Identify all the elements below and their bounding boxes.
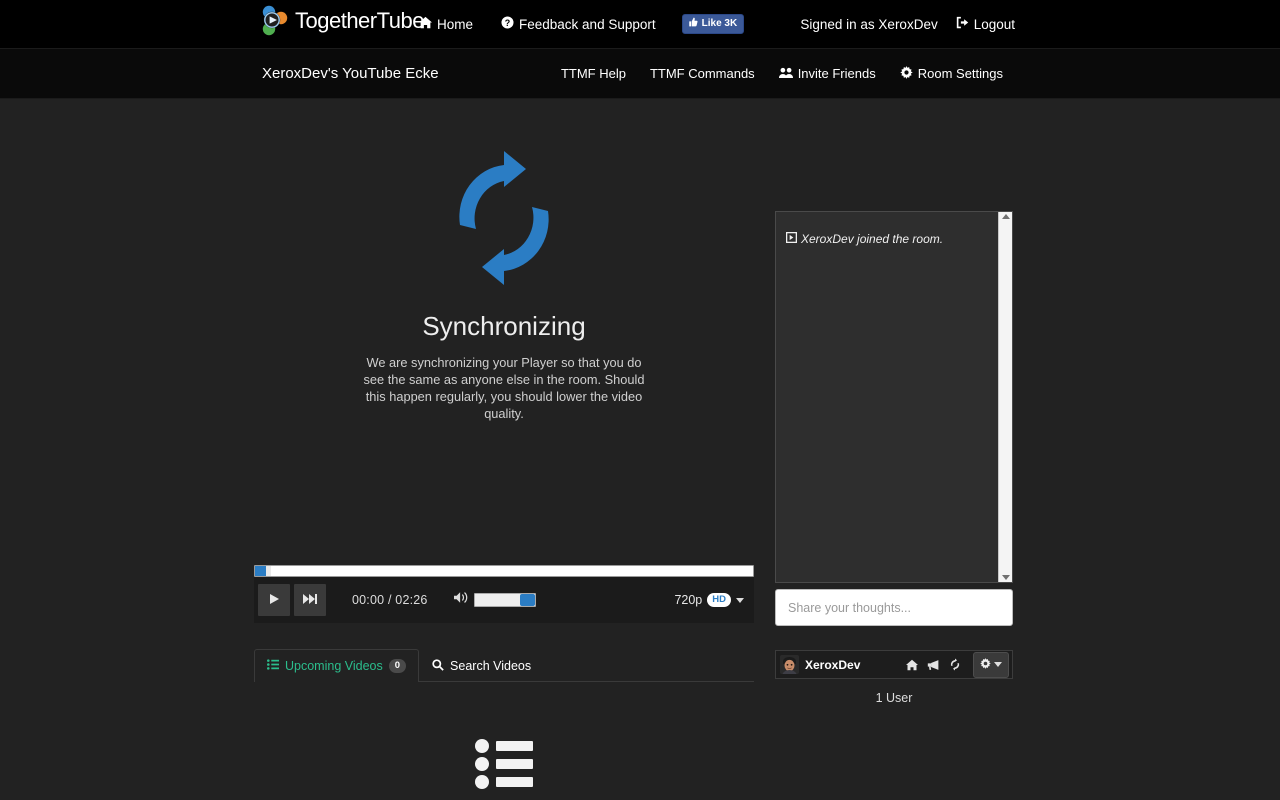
tab-search-videos[interactable]: Search Videos — [419, 649, 544, 682]
empty-playlist-state: No Upcoming Videos Use the Search Videos… — [254, 739, 754, 800]
tab-upcoming-videos-label: Upcoming Videos — [285, 659, 383, 673]
user-status-icons — [906, 658, 961, 671]
tab-search-videos-label: Search Videos — [450, 659, 532, 673]
chat-panel: XeroxDev joined the room. — [775, 211, 1013, 626]
thumbs-up-icon — [688, 17, 698, 30]
room-link-ttmf-help-label: TTMF Help — [560, 66, 626, 81]
sync-icon[interactable] — [949, 658, 961, 671]
play-icon — [268, 593, 280, 608]
top-nav-right: Signed in as XeroxDev Logout — [800, 0, 1015, 48]
room-link-ttmf-commands-label: TTMF Commands — [649, 66, 755, 81]
nav-feedback-link[interactable]: ? Feedback and Support — [487, 0, 670, 48]
player-sync-overlay: Synchronizing We are synchronizing your … — [254, 99, 754, 469]
top-nav-links: Home ? Feedback and Support Like 3K — [405, 0, 745, 48]
nav-home-label: Home — [437, 16, 474, 32]
sign-out-icon — [956, 16, 969, 32]
gear-icon — [900, 65, 913, 82]
chat-messages-box: XeroxDev joined the room. — [775, 211, 1013, 583]
player-column: Synchronizing We are synchronizing your … — [254, 99, 754, 469]
quality-selector[interactable]: 720p HD — [674, 593, 744, 607]
content-tabs: Upcoming Videos 0 Search Videos — [254, 648, 754, 682]
room-nav-links: TTMF Help TTMF Commands Invite Friends R… — [549, 65, 1015, 82]
svg-text:?: ? — [505, 18, 510, 28]
chevron-down-icon — [994, 662, 1002, 667]
like-button-label: Like 3K — [701, 17, 738, 29]
chat-message-list: XeroxDev joined the room. — [776, 212, 1012, 246]
room-navbar: XeroxDev's YouTube Ecke TTMF Help TTMF C… — [0, 48, 1280, 99]
home-icon[interactable] — [906, 659, 918, 671]
chat-message: XeroxDev joined the room. — [785, 231, 1002, 246]
room-link-invite-friends[interactable]: Invite Friends — [767, 66, 888, 82]
user-list-panel: XeroxDev 1 User — [775, 650, 1013, 705]
chevron-down-icon — [736, 597, 744, 603]
enter-room-icon — [785, 231, 798, 246]
volume-slider-handle[interactable] — [519, 594, 535, 606]
room-link-room-settings-label: Room Settings — [917, 66, 1003, 81]
volume-slider[interactable] — [473, 593, 536, 607]
search-icon — [432, 658, 444, 674]
user-name: XeroxDev — [805, 657, 861, 672]
player-controls: 00:00 / 02:26 720p HD — [254, 565, 754, 623]
volume-up-icon — [453, 591, 468, 609]
sync-title: Synchronizing — [422, 311, 586, 341]
sync-description: We are synchronizing your Player so that… — [363, 355, 645, 421]
time-display: 00:00 / 02:26 — [352, 593, 428, 607]
scroll-up-icon[interactable] — [1001, 214, 1010, 219]
room-link-invite-friends-label: Invite Friends — [797, 66, 876, 81]
skip-forward-icon — [303, 593, 317, 608]
user-menu-button[interactable] — [973, 651, 1009, 678]
controls-bar: 00:00 / 02:26 720p HD — [254, 577, 754, 623]
top-navbar: TogetherTube Home ? Feedback and Support… — [0, 0, 1280, 48]
megaphone-icon[interactable] — [927, 659, 940, 671]
user-count-label: 1 User — [875, 691, 913, 705]
tab-upcoming-videos-badge: 0 — [388, 659, 407, 673]
progress-bar[interactable] — [254, 565, 754, 577]
sync-arrows-icon — [456, 143, 552, 293]
chat-input[interactable] — [775, 589, 1013, 626]
list-ul-icon — [475, 739, 533, 794]
nav-home-link[interactable]: Home — [405, 0, 487, 48]
users-icon — [778, 66, 793, 82]
progress-handle[interactable] — [255, 566, 266, 576]
volume-control[interactable] — [453, 591, 536, 609]
skip-forward-button[interactable] — [294, 584, 326, 616]
room-link-ttmf-commands[interactable]: TTMF Commands — [638, 66, 767, 81]
togethertube-logo-icon — [258, 4, 292, 38]
logout-link[interactable]: Logout — [956, 16, 1015, 32]
list-icon — [267, 659, 279, 673]
user-list-item[interactable]: XeroxDev — [775, 650, 1013, 679]
hd-badge: HD — [707, 593, 731, 607]
play-button[interactable] — [258, 584, 290, 616]
chat-scrollbar[interactable] — [998, 212, 1012, 582]
logout-label: Logout — [973, 16, 1015, 32]
room-title: XeroxDev's YouTube Ecke — [262, 65, 439, 82]
main-content: Synchronizing We are synchronizing your … — [0, 99, 1280, 800]
question-circle-icon: ? — [501, 16, 514, 32]
facebook-like-button[interactable]: Like 3K — [681, 14, 745, 34]
quality-label: 720p — [674, 593, 703, 607]
nav-feedback-label: Feedback and Support — [519, 16, 656, 32]
home-icon — [419, 16, 432, 32]
gear-icon — [980, 656, 991, 674]
room-link-ttmf-help[interactable]: TTMF Help — [549, 66, 638, 81]
scroll-down-icon[interactable] — [1001, 575, 1010, 580]
avatar — [780, 655, 799, 674]
chat-message-text: XeroxDev joined the room. — [801, 232, 944, 246]
signed-in-label: Signed in as XeroxDev — [800, 16, 938, 32]
tab-upcoming-videos[interactable]: Upcoming Videos 0 — [254, 649, 420, 682]
brand-logo-link[interactable]: TogetherTube — [258, 4, 424, 38]
room-link-room-settings[interactable]: Room Settings — [888, 65, 1015, 82]
